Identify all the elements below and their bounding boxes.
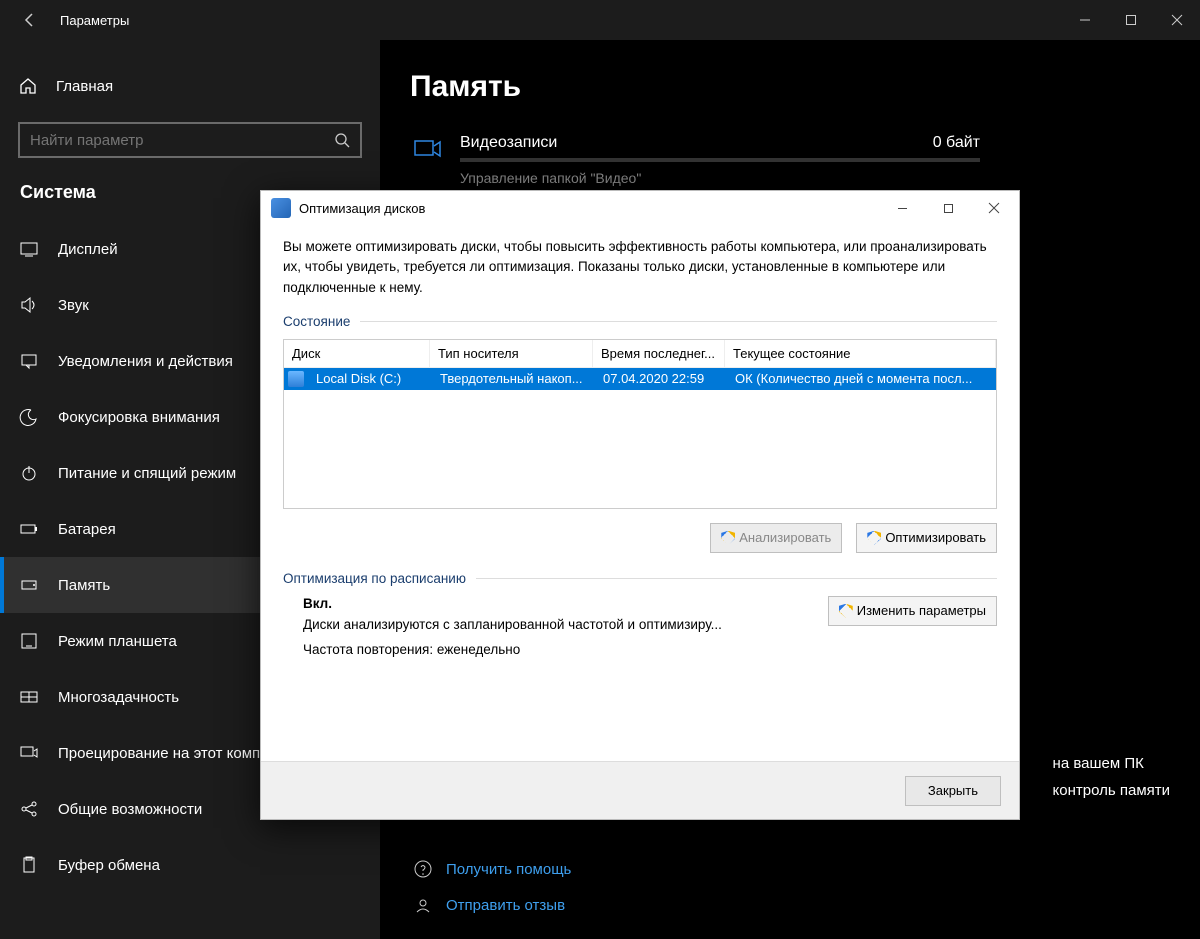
cell-disk-name: Local Disk (C:)	[308, 369, 432, 388]
optimize-button[interactable]: Оптимизировать	[856, 523, 997, 553]
minimize-button[interactable]	[1062, 0, 1108, 40]
window-controls	[1062, 0, 1200, 40]
sidebar-item-label: Режим планшета	[58, 633, 177, 650]
col-state[interactable]: Текущее состояние	[725, 340, 996, 367]
sidebar-item-label: Уведомления и действия	[58, 353, 233, 370]
schedule-section-label: Оптимизация по расписанию	[283, 571, 466, 586]
drives-table: Диск Тип носителя Время последнег... Тек…	[283, 339, 997, 509]
sidebar-item-label: Дисплей	[58, 241, 118, 258]
optimize-drives-dialog: Оптимизация дисков Вы можете оптимизиров…	[260, 190, 1020, 820]
window-title: Параметры	[60, 13, 1062, 28]
page-title: Память	[410, 70, 1200, 104]
search-box[interactable]	[18, 122, 362, 158]
col-disk[interactable]: Диск	[284, 340, 430, 367]
schedule-desc: Диски анализируются с запланированной ча…	[303, 617, 798, 632]
change-settings-button[interactable]: Изменить параметры	[828, 596, 997, 626]
schedule-status: Вкл.	[303, 596, 798, 611]
video-size: 0 байт	[933, 134, 980, 152]
sidebar-item-label: Батарея	[58, 521, 116, 538]
sidebar-item-label: Питание и спящий режим	[58, 465, 236, 482]
dialog-app-icon	[271, 198, 291, 218]
settings-titlebar: Параметры	[0, 0, 1200, 40]
maximize-button[interactable]	[1108, 0, 1154, 40]
feedback-icon	[410, 895, 436, 915]
cell-state: ОК (Количество дней с момента посл...	[727, 369, 996, 388]
sidebar-item-label: Фокусировка внимания	[58, 409, 220, 426]
video-desc: Управление папкой "Видео"	[460, 170, 980, 186]
notifications-icon	[18, 350, 40, 372]
sidebar-item-label: Память	[58, 577, 110, 594]
display-icon	[18, 238, 40, 260]
help-icon	[410, 859, 436, 879]
shared-icon	[18, 798, 40, 820]
feedback-label: Отправить отзыв	[446, 897, 565, 914]
shield-icon	[839, 604, 853, 618]
search-icon	[334, 132, 350, 148]
sound-icon	[18, 294, 40, 316]
disk-icon	[288, 371, 304, 387]
close-dialog-button[interactable]: Закрыть	[905, 776, 1001, 806]
sidebar-item-label: Звук	[58, 297, 89, 314]
tablet-icon	[18, 630, 40, 652]
storage-category-videos[interactable]: Видеозаписи 0 байт Управление папкой "Ви…	[410, 134, 1200, 186]
background-text: на вашем ПК контроль памяти	[1053, 750, 1170, 804]
divider	[360, 321, 997, 322]
storage-icon	[18, 574, 40, 596]
help-label: Получить помощь	[446, 861, 571, 878]
cell-media: Твердотельный накоп...	[432, 369, 595, 388]
analyze-button: Анализировать	[710, 523, 842, 553]
clipboard-icon	[18, 854, 40, 876]
col-last[interactable]: Время последнег...	[593, 340, 725, 367]
back-button[interactable]	[0, 12, 60, 28]
status-section-label: Состояние	[283, 314, 350, 329]
battery-icon	[18, 518, 40, 540]
get-help-link[interactable]: Получить помощь	[410, 859, 571, 879]
dialog-minimize-button[interactable]	[879, 192, 925, 224]
cell-date: 07.04.2020 22:59	[595, 369, 727, 388]
dialog-title: Оптимизация дисков	[299, 201, 879, 216]
dialog-close-button[interactable]	[971, 192, 1017, 224]
dialog-maximize-button[interactable]	[925, 192, 971, 224]
dialog-description: Вы можете оптимизировать диски, чтобы по…	[283, 237, 997, 298]
drive-row[interactable]: Local Disk (C:) Твердотельный накоп... 0…	[284, 368, 996, 390]
sidebar-home-label: Главная	[56, 78, 113, 95]
power-icon	[18, 462, 40, 484]
video-usage-bar	[460, 158, 980, 162]
shield-icon	[721, 531, 735, 545]
multitask-icon	[18, 686, 40, 708]
close-button[interactable]	[1154, 0, 1200, 40]
focus-icon	[18, 406, 40, 428]
schedule-frequency: Частота повторения: еженедельно	[303, 642, 798, 657]
home-icon	[18, 76, 38, 96]
sidebar-item-label: Многозадачность	[58, 689, 179, 706]
search-input[interactable]	[30, 132, 334, 149]
video-icon	[410, 134, 446, 160]
feedback-link[interactable]: Отправить отзыв	[410, 895, 571, 915]
col-media[interactable]: Тип носителя	[430, 340, 593, 367]
divider	[476, 578, 997, 579]
sidebar-item-label: Буфер обмена	[58, 857, 160, 874]
video-title: Видеозаписи	[460, 134, 557, 152]
sidebar-item-label: Общие возможности	[58, 801, 202, 818]
sidebar-item-clipboard[interactable]: Буфер обмена	[0, 837, 380, 893]
projecting-icon	[18, 742, 40, 764]
dialog-titlebar: Оптимизация дисков	[261, 191, 1019, 225]
table-header: Диск Тип носителя Время последнег... Тек…	[284, 340, 996, 368]
shield-icon	[867, 531, 881, 545]
sidebar-home[interactable]: Главная	[0, 58, 380, 114]
